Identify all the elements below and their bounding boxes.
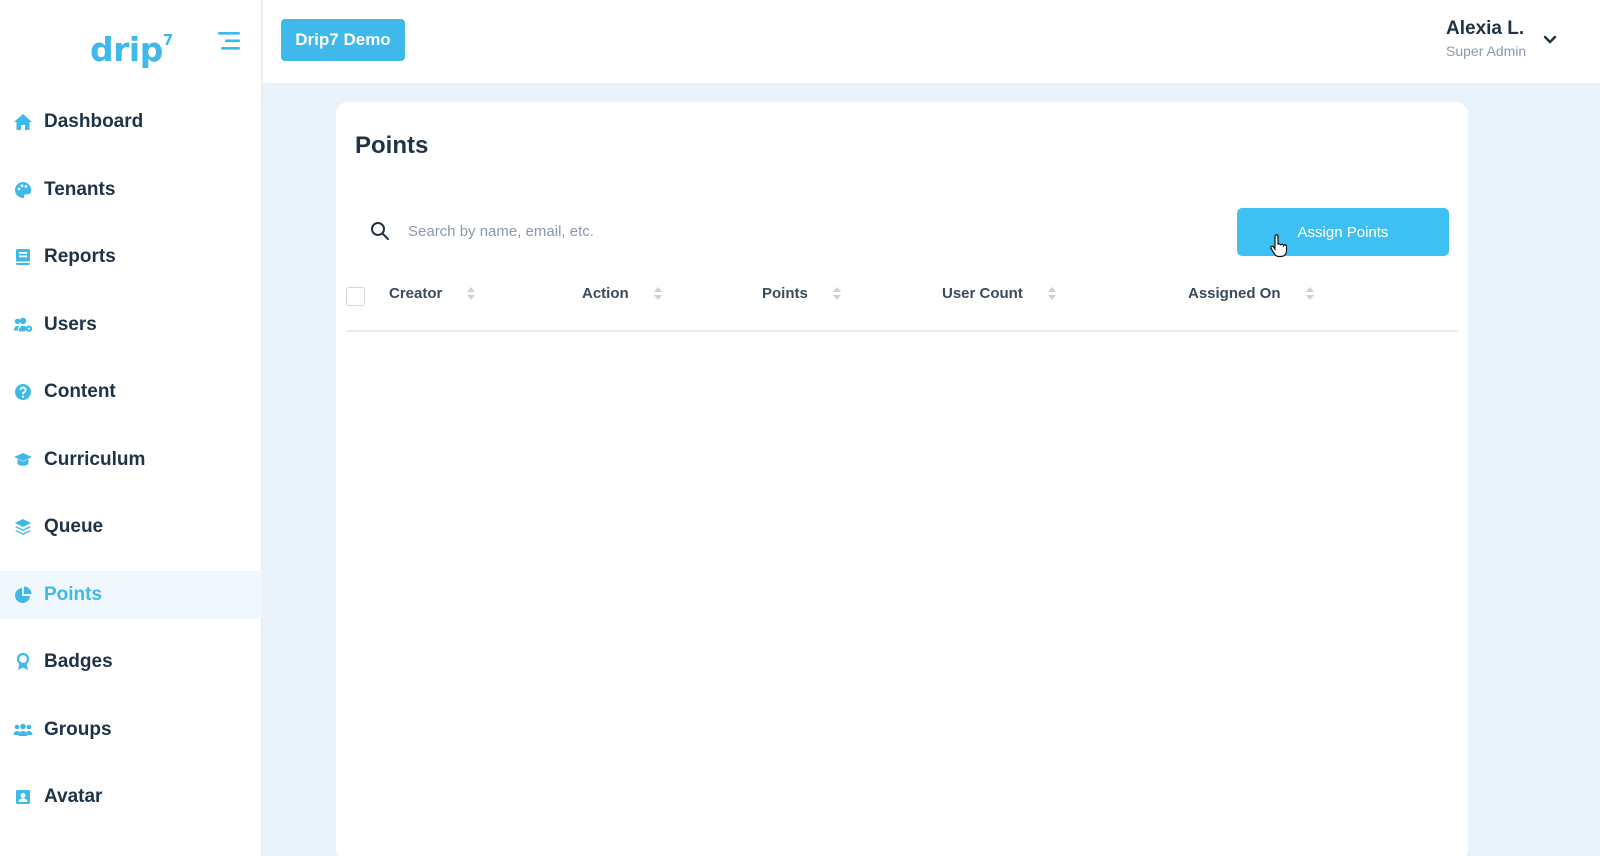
sidebar-item-content[interactable]: Content — [0, 368, 262, 416]
sidebar-item-label: Users — [44, 313, 97, 335]
sidebar-item-label: Avatar — [44, 786, 103, 807]
sidebar-item-label: Tenants — [44, 178, 116, 200]
home-icon — [13, 112, 33, 132]
palette-icon — [13, 180, 33, 200]
column-header-assigned-on[interactable]: Assigned On — [1188, 285, 1315, 302]
search-bar — [370, 216, 970, 246]
sort-icon — [653, 287, 662, 300]
sidebar-item-label: Points — [44, 583, 103, 605]
sidebar: drip7 Dashboard Tenants Reports Users Co… — [0, 0, 262, 856]
column-label: Creator — [389, 285, 443, 302]
sidebar-item-queue[interactable]: Queue — [0, 503, 262, 551]
user-menu[interactable]: Alexia L. Super Admin — [1446, 18, 1526, 59]
sidebar-item-avatar[interactable]: Avatar — [0, 773, 262, 821]
sort-icon — [1047, 287, 1056, 300]
column-header-action[interactable]: Action — [582, 285, 663, 302]
tenant-selector-button[interactable]: Drip7 Demo — [281, 19, 405, 61]
search-input[interactable] — [408, 222, 928, 240]
chevron-down-icon[interactable] — [1543, 32, 1557, 44]
group-icon — [13, 720, 33, 740]
sort-icon — [832, 287, 841, 300]
user-role: Super Admin — [1446, 43, 1527, 59]
sidebar-item-badges[interactable]: Badges — [0, 638, 262, 686]
sidebar-item-label: Reports — [44, 246, 116, 267]
top-bar: Drip7 Demo Alexia L. Super Admin — [263, 0, 1600, 83]
sidebar-item-label: Badges — [44, 651, 113, 672]
graduation-cap-icon — [13, 450, 33, 470]
sidebar-item-label: Curriculum — [44, 448, 146, 470]
points-card: Points Assign Points Creator Action Poin… — [336, 102, 1468, 856]
drip7-logo[interactable]: drip7 — [90, 30, 173, 69]
sidebar-item-label: Dashboard — [44, 111, 144, 132]
user-name: Alexia L. — [1446, 18, 1525, 39]
book-icon — [13, 247, 33, 267]
hand-cursor-icon — [1269, 234, 1289, 258]
award-icon — [13, 652, 33, 672]
sort-icon — [1305, 287, 1314, 300]
pie-chart-icon — [13, 585, 33, 605]
column-label: Assigned On — [1188, 285, 1281, 302]
column-label: Action — [582, 285, 629, 302]
portrait-icon — [13, 787, 33, 807]
sidebar-collapse-icon[interactable] — [216, 30, 242, 52]
sidebar-item-label: Groups — [44, 718, 112, 740]
sidebar-item-reports[interactable]: Reports — [0, 233, 262, 281]
sidebar-item-users[interactable]: Users — [0, 301, 262, 349]
question-circle-icon — [13, 382, 33, 402]
page-title: Points — [355, 132, 429, 159]
sidebar-item-tenants[interactable]: Tenants — [0, 166, 262, 214]
column-header-points[interactable]: Points — [762, 285, 842, 302]
sidebar-item-dashboard[interactable]: Dashboard — [0, 98, 262, 146]
table-header: Creator Action Points User Count Assigne… — [346, 276, 1458, 332]
sidebar-item-label: Content — [44, 381, 116, 402]
column-header-creator[interactable]: Creator — [389, 285, 476, 302]
column-label: User Count — [942, 285, 1023, 302]
sort-icon — [467, 287, 476, 300]
column-header-user-count[interactable]: User Count — [942, 285, 1057, 302]
select-all-checkbox[interactable] — [346, 287, 365, 306]
sidebar-item-points[interactable]: Points — [0, 570, 262, 619]
sidebar-nav: Dashboard Tenants Reports Users Content — [0, 98, 262, 841]
users-cog-icon — [13, 315, 33, 335]
sidebar-item-groups[interactable]: Groups — [0, 706, 262, 754]
sidebar-item-curriculum[interactable]: Curriculum — [0, 436, 262, 484]
sidebar-item-label: Queue — [44, 516, 104, 537]
search-icon — [370, 221, 390, 241]
column-label: Points — [762, 285, 808, 302]
layers-icon — [13, 517, 33, 537]
